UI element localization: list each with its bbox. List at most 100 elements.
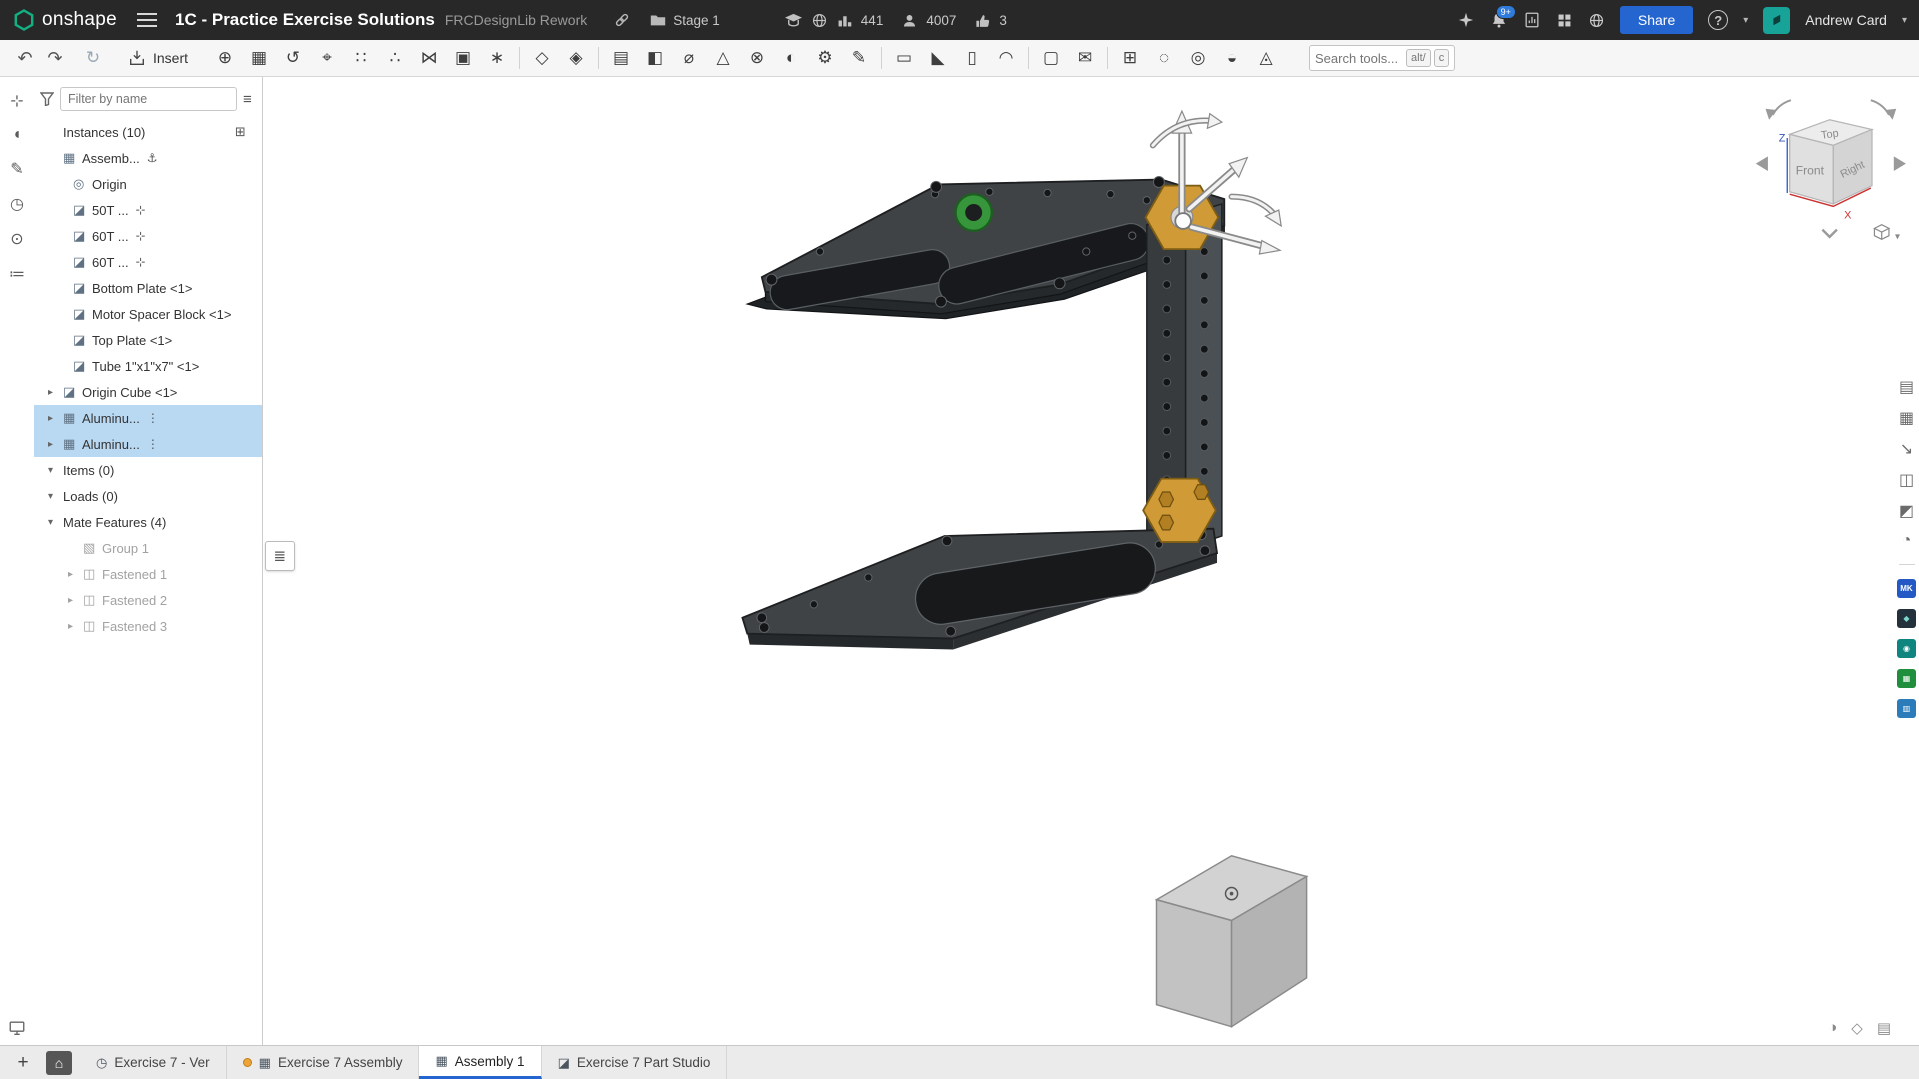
view-cube-top-label[interactable]: Top <box>1820 127 1839 141</box>
structure-tree-button[interactable]: ≣ <box>265 541 295 571</box>
mate-relation-icon[interactable]: ↺ <box>276 43 310 73</box>
isolate-icon[interactable]: ◎ <box>1181 43 1215 73</box>
linear-pattern-icon[interactable]: ∷ <box>344 43 378 73</box>
rotate-right-arrow[interactable] <box>1894 156 1906 171</box>
mate-features-header[interactable]: ▾Mate Features (4) <box>34 509 262 535</box>
rotate-down-arrow[interactable] <box>1822 230 1837 237</box>
report-icon[interactable] <box>1523 11 1541 29</box>
panel-sim-icon[interactable]: ◉ <box>1897 639 1916 658</box>
tree-item-assembly-root[interactable]: ▦Assemb...⚓ <box>34 145 262 171</box>
tree-item-aluminum-1[interactable]: ▸▦Aluminu...⋮ <box>34 405 262 431</box>
bottom-plate-part[interactable] <box>742 529 1217 650</box>
avatar[interactable] <box>1763 7 1790 34</box>
instances-header[interactable]: Instances (10)⊞ <box>34 119 262 145</box>
tree-item-fastened-1[interactable]: ▸◫Fastened 1 <box>34 561 262 587</box>
main-menu-icon[interactable] <box>137 9 157 31</box>
roll-ccw-arrow[interactable] <box>1773 100 1791 115</box>
tree-item-tube[interactable]: ◪Tube 1"x1"x7" <1> <box>34 353 262 379</box>
insert-button[interactable]: Insert <box>116 43 200 73</box>
create-folder-icon[interactable]: ⊞ <box>235 124 246 140</box>
chevron-down-icon[interactable]: ▾ <box>48 517 63 528</box>
replicate-icon[interactable]: ▣ <box>446 43 480 73</box>
copies-count-icon[interactable] <box>836 12 853 29</box>
3d-viewport[interactable]: Top Front Right Z X <box>263 77 1919 1045</box>
snap-mode-icon[interactable]: ⌖ <box>310 43 344 73</box>
add-tab-button[interactable]: + <box>12 1052 34 1074</box>
group-icon[interactable]: ▦ <box>242 43 276 73</box>
tree-item-60t-1[interactable]: ◪60T ...⊹ <box>34 223 262 249</box>
interference-icon[interactable]: ⊗ <box>740 43 774 73</box>
rail-history-icon[interactable]: ◷ <box>10 194 24 214</box>
panel-columns-icon[interactable]: ▥ <box>1897 699 1916 718</box>
workspace-label[interactable]: Stage 1 <box>673 13 720 28</box>
document-title[interactable]: 1C - Practice Exercise Solutions <box>175 10 435 30</box>
view-cube-front-label[interactable]: Front <box>1796 164 1825 178</box>
filter-by-name-input[interactable] <box>60 87 237 111</box>
panel-share-icon[interactable]: ◔ <box>1902 532 1912 550</box>
rail-search-icon[interactable]: ⊙ <box>10 229 23 249</box>
measure-icon[interactable]: ⌀ <box>672 43 706 73</box>
panel-views-icon[interactable]: ◫ <box>1899 470 1914 490</box>
roll-cw-arrow[interactable] <box>1871 100 1889 115</box>
tree-item-aluminum-2[interactable]: ▸▦Aluminu...⋮ <box>34 431 262 457</box>
tab-exercise-7-version[interactable]: ◷Exercise 7 - Ver <box>80 1046 227 1079</box>
chevron-down-icon[interactable]: ▾ <box>48 465 63 476</box>
assembly-3d-view[interactable]: Top Front Right Z X <box>263 77 1919 1045</box>
items-header[interactable]: ▾Items (0) <box>34 457 262 483</box>
likes-count-icon[interactable] <box>974 12 991 29</box>
tree-item-group-1[interactable]: ▧Group 1 <box>34 535 262 561</box>
apps-grid-icon[interactable] <box>1556 12 1573 29</box>
undo-button[interactable]: ↶ <box>10 44 40 72</box>
display-settings-icon[interactable] <box>8 1019 26 1037</box>
view-menu-cube-icon[interactable]: ▾ <box>1874 225 1900 243</box>
user-menu-caret-icon[interactable]: ▾ <box>1902 15 1907 26</box>
display-states-icon[interactable]: ◈ <box>559 43 593 73</box>
tree-item-origin[interactable]: ◎Origin <box>34 171 262 197</box>
circular-pattern-icon[interactable]: ∴ <box>378 43 412 73</box>
mirror-icon[interactable]: ⋈ <box>412 43 446 73</box>
help-caret-icon[interactable]: ▾ <box>1743 15 1748 26</box>
appearance-icon[interactable]: ◐ <box>774 43 808 73</box>
search-tools-box[interactable]: alt/ c <box>1309 45 1455 71</box>
section-view-icon[interactable]: ◧ <box>638 43 672 73</box>
explode-icon[interactable]: ∗ <box>480 43 514 73</box>
link-icon[interactable] <box>613 11 631 29</box>
tab-exercise-7-assembly[interactable]: ▦Exercise 7 Assembly <box>227 1046 420 1079</box>
comment-tool-icon[interactable]: ▢ <box>1034 43 1068 73</box>
panel-sheets-icon[interactable]: ▦ <box>1897 669 1916 688</box>
tree-item-60t-2[interactable]: ◪60T ...⊹ <box>34 249 262 275</box>
tab-assembly-1[interactable]: ▦Assembly 1 <box>419 1046 541 1079</box>
sketch-icon[interactable]: ✎ <box>842 43 876 73</box>
zoom-window-icon[interactable]: ⊞ <box>1113 43 1147 73</box>
chevron-right-icon[interactable]: ▸ <box>48 413 63 424</box>
rail-markup-icon[interactable]: ✎ <box>10 159 23 179</box>
chevron-right-icon[interactable]: ▸ <box>68 595 83 606</box>
tree-item-top-plate[interactable]: ◪Top Plate <1> <box>34 327 262 353</box>
configurations-icon[interactable]: ⚙ <box>808 43 842 73</box>
rotate-left-arrow[interactable] <box>1756 156 1768 171</box>
view-cube[interactable]: Top Front Right Z X <box>1756 100 1906 242</box>
panel-export-icon[interactable]: ↘ <box>1900 439 1913 459</box>
panel-instances-icon[interactable]: ▦ <box>1899 408 1914 428</box>
chevron-right-icon[interactable]: ▸ <box>48 387 63 398</box>
section-cut-icon[interactable]: ◒ <box>1215 43 1249 73</box>
users-count-icon[interactable] <box>901 12 918 29</box>
rail-outline-icon[interactable]: ≔ <box>9 264 25 284</box>
panel-document-icon[interactable]: ▤ <box>1899 377 1914 397</box>
list-view-icon[interactable]: ≡ <box>243 91 252 108</box>
chevron-right-icon[interactable]: ▸ <box>68 621 83 632</box>
public-icon[interactable] <box>811 12 828 29</box>
share-button[interactable]: Share <box>1620 6 1693 34</box>
rail-mate-connector-icon[interactable]: ⊹ <box>10 91 23 111</box>
tree-item-fastened-2[interactable]: ▸◫Fastened 2 <box>34 587 262 613</box>
exploded-view-icon[interactable]: ◬ <box>1249 43 1283 73</box>
bom-icon[interactable]: ▤ <box>604 43 638 73</box>
hide-show-icon[interactable]: ◌ <box>1147 43 1181 73</box>
tree-item-50t[interactable]: ◪50T ...⊹ <box>34 197 262 223</box>
mass-properties-icon[interactable]: △ <box>706 43 740 73</box>
chevron-down-icon[interactable]: ▾ <box>48 491 63 502</box>
ai-assistant-icon[interactable] <box>1457 11 1475 29</box>
tube-cut-icon[interactable]: ▯ <box>955 43 989 73</box>
panel-cam-icon[interactable]: ◆ <box>1897 609 1916 628</box>
notifications-bell-icon[interactable]: 9+ <box>1490 11 1508 29</box>
